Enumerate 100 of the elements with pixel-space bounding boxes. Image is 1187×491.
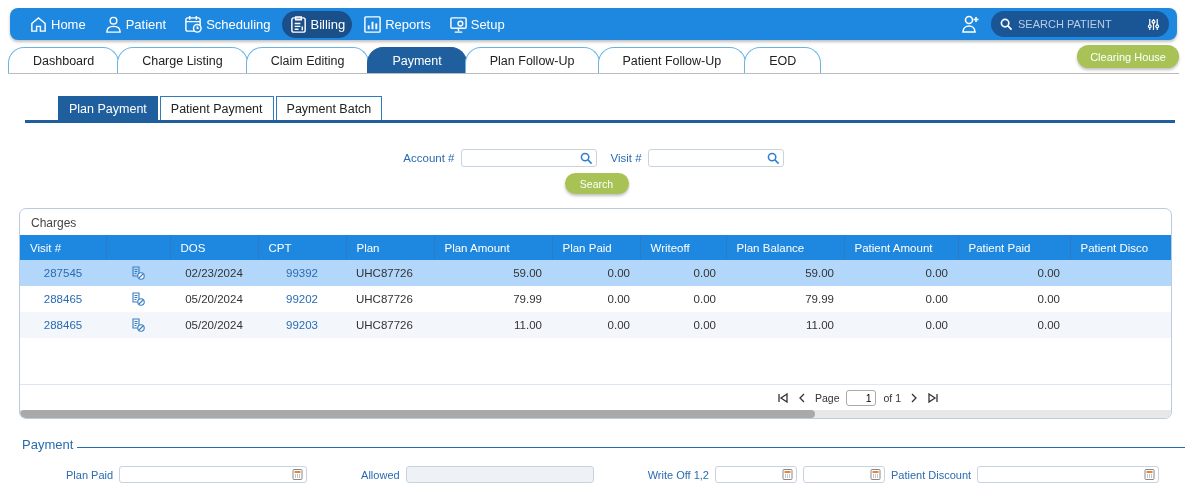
bar-chart-icon xyxy=(363,14,383,34)
column-header[interactable]: Visit # xyxy=(20,235,106,260)
nav-tab[interactable]: Setup xyxy=(441,10,512,38)
module-tab[interactable]: Plan Follow-Up xyxy=(464,47,600,73)
panel-title: Charges xyxy=(30,215,78,232)
field-label: Account # xyxy=(403,152,455,164)
table-cell: 0.00 xyxy=(844,312,958,338)
sub-tab[interactable]: Plan Payment xyxy=(58,96,158,120)
clearing-house-button[interactable]: Clearing House xyxy=(1077,45,1179,68)
link-cell[interactable]: 288465 xyxy=(20,286,106,312)
column-header[interactable]: Plan Amount xyxy=(434,235,552,260)
search-field[interactable] xyxy=(460,149,597,167)
monitor-gear-icon xyxy=(448,14,468,34)
table-cell: 0.00 xyxy=(640,286,726,312)
field-label: Visit # xyxy=(610,152,642,164)
table-cell: 59.00 xyxy=(434,260,552,286)
edit-document-icon[interactable] xyxy=(131,266,145,280)
table-cell: 11.00 xyxy=(726,312,844,338)
table-cell: 0.00 xyxy=(640,312,726,338)
amount-field[interactable] xyxy=(977,466,1160,483)
calculator-icon[interactable] xyxy=(781,469,793,480)
table-cell: 0.00 xyxy=(844,260,958,286)
page-number-field[interactable]: 1 xyxy=(846,389,877,406)
table-cell: 05/20/2024 xyxy=(170,286,258,312)
table-cell: 0.00 xyxy=(958,312,1070,338)
scrollbar-thumb[interactable] xyxy=(20,410,815,418)
module-tab[interactable]: Charge Listing xyxy=(117,47,248,73)
link-cell[interactable]: 99392 xyxy=(258,260,346,286)
nav-tab[interactable]: Billing xyxy=(281,10,353,38)
search-patient-field[interactable]: SEARCH PATIENT xyxy=(991,11,1169,37)
table-cell: 11.00 xyxy=(434,312,552,338)
amount-field[interactable] xyxy=(714,466,797,483)
horizontal-scrollbar[interactable] xyxy=(20,410,1171,418)
section-title: Payment xyxy=(22,437,74,452)
table-row[interactable]: 288465 05/20/2024 99203 UHC87726 11.00 0.00 0.00 11.00 0.00 0.00 xyxy=(20,312,1171,338)
link-cell[interactable]: 99203 xyxy=(258,312,346,338)
clipboard-icon xyxy=(288,14,308,34)
table-cell: UHC87726 xyxy=(346,260,434,286)
page-label: Page xyxy=(814,391,840,404)
module-tab[interactable]: EOD xyxy=(744,47,822,73)
table-cell: UHC87726 xyxy=(346,312,434,338)
last-page-icon[interactable] xyxy=(927,391,939,404)
table-cell: 0.00 xyxy=(958,286,1070,312)
calculator-icon[interactable] xyxy=(1144,469,1156,480)
module-tab[interactable]: Claim Editing xyxy=(245,47,370,73)
edit-document-icon[interactable] xyxy=(131,318,145,332)
table-cell: 0.00 xyxy=(844,286,958,312)
field-label: Allowed xyxy=(361,468,400,481)
table-cell: 0.00 xyxy=(552,286,640,312)
amount-field[interactable] xyxy=(802,466,885,483)
table-cell: 05/20/2024 xyxy=(170,312,258,338)
column-header[interactable]: CPT xyxy=(258,235,346,260)
add-user-icon[interactable] xyxy=(961,14,981,34)
table-cell: 0.00 xyxy=(552,312,640,338)
column-header[interactable]: DOS xyxy=(170,235,258,260)
home-icon xyxy=(29,14,48,34)
sub-tab[interactable]: Patient Payment xyxy=(159,96,274,120)
calendar-clock-icon xyxy=(184,14,204,34)
nav-tab[interactable]: Home xyxy=(22,10,93,38)
field-label: Plan Paid xyxy=(66,468,114,481)
column-header[interactable]: Patient Amount xyxy=(844,235,958,260)
calculator-icon[interactable] xyxy=(869,469,881,480)
module-tab[interactable]: Dashboard xyxy=(8,47,120,73)
user-icon xyxy=(103,14,123,34)
table-cell: 59.00 xyxy=(726,260,844,286)
column-header[interactable]: Patient Paid xyxy=(958,235,1070,260)
link-cell[interactable]: 287545 xyxy=(20,260,106,286)
nav-tab[interactable]: Reports xyxy=(356,10,438,38)
edit-document-icon[interactable] xyxy=(131,292,145,306)
amount-field[interactable] xyxy=(119,466,308,483)
table-cell: 0.00 xyxy=(958,260,1070,286)
nav-tab[interactable]: Patient xyxy=(96,10,174,38)
module-tab[interactable]: Patient Follow-Up xyxy=(597,47,747,73)
search-field[interactable] xyxy=(647,149,784,167)
page-count: of 1 xyxy=(883,391,901,404)
nav-tab[interactable]: Scheduling xyxy=(177,10,278,38)
sub-tab[interactable]: Payment Batch xyxy=(275,96,383,120)
column-header[interactable]: Plan xyxy=(346,235,434,260)
table-cell: 0.00 xyxy=(552,260,640,286)
column-header[interactable]: Plan Balance xyxy=(726,235,844,260)
module-tab[interactable]: Payment xyxy=(367,47,467,73)
column-header[interactable]: Patient Disco xyxy=(1070,235,1171,260)
field-label: Write Off 1,2 xyxy=(647,468,709,481)
filter-sliders-icon[interactable] xyxy=(1147,18,1160,31)
calculator-icon[interactable] xyxy=(292,469,304,480)
column-header[interactable]: Plan Paid xyxy=(552,235,640,260)
search-icon[interactable] xyxy=(579,151,593,165)
search-icon[interactable] xyxy=(766,151,780,165)
field-label: Patient Discount xyxy=(890,468,972,481)
search-button[interactable]: Search xyxy=(564,173,629,194)
table-cell: UHC87726 xyxy=(346,286,434,312)
link-cell[interactable]: 288465 xyxy=(20,312,106,338)
column-header[interactable]: Writeoff xyxy=(640,235,726,260)
table-row[interactable]: 288465 05/20/2024 99202 UHC87726 79.99 0.00 0.00 79.99 0.00 0.00 xyxy=(20,286,1171,312)
table-cell: 0.00 xyxy=(640,260,726,286)
first-page-icon[interactable] xyxy=(776,391,789,404)
search-icon xyxy=(1000,18,1013,31)
table-cell: 02/23/2024 xyxy=(170,260,258,286)
link-cell[interactable]: 99202 xyxy=(258,286,346,312)
table-row[interactable]: 287545 02/23/2024 99392 UHC87726 59.00 0.00 0.00 59.00 0.00 0.00 xyxy=(20,260,1171,286)
